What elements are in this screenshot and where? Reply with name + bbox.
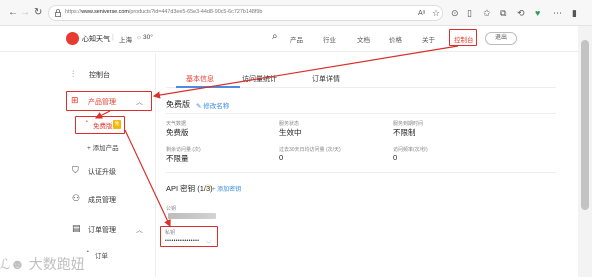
arrow-free-plan-to-private-key: [124, 129, 171, 228]
watermark-text: ℒ☻ 大数跑妞: [0, 256, 85, 272]
arrow-product-mgmt-to-free-plan: [94, 110, 111, 119]
annotation-arrows: [94, 45, 459, 228]
arrow-console-to-product-mgmt: [152, 45, 459, 99]
